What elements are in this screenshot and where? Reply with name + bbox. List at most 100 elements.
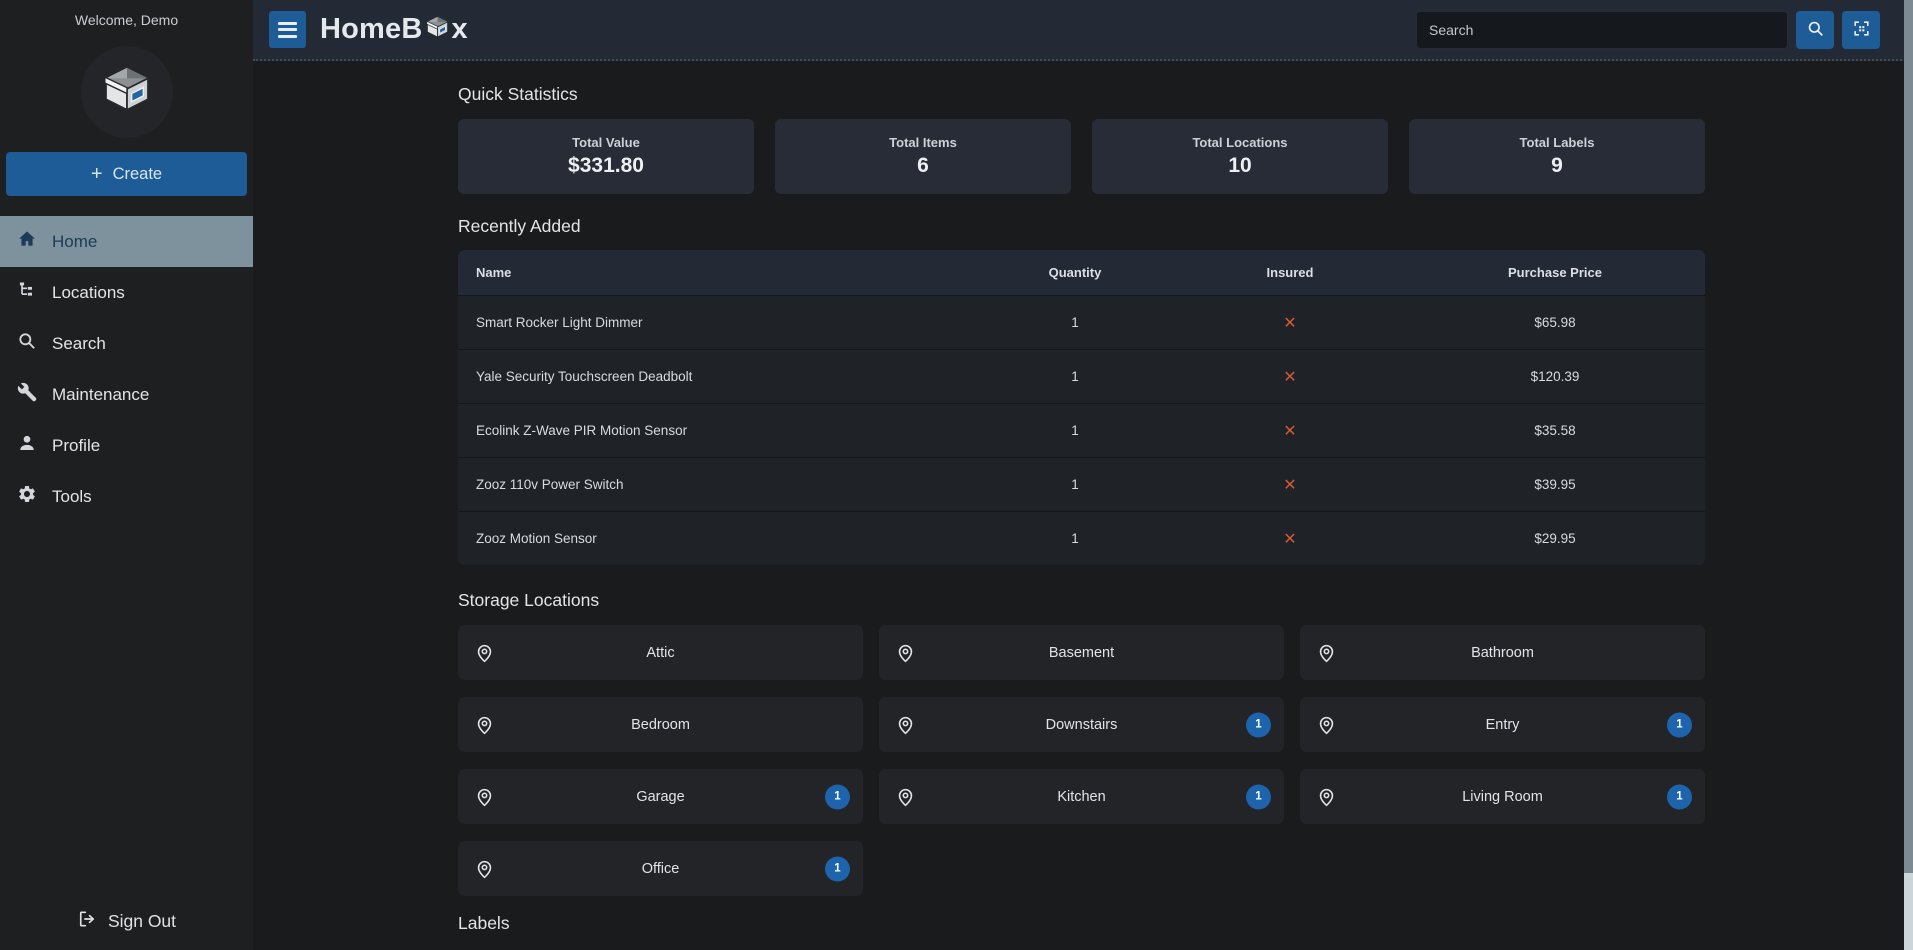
search-icon [1806,19,1825,41]
main-content: Quick Statistics Total Value $331.80 Tot… [253,61,1904,950]
stat-card-total-items: Total Items 6 [775,119,1071,194]
hamburger-icon [278,22,297,25]
item-quantity: 1 [975,315,1175,330]
create-button-label: Create [113,165,163,184]
sidebar-item-label: Profile [52,436,100,456]
create-button[interactable]: + Create [6,152,247,196]
quick-statistics: Total Value $331.80 Total Items 6 Total … [458,119,1705,194]
page-scrollbar[interactable] [1904,0,1913,950]
plus-icon: + [91,164,103,184]
storage-locations-grid: Attic Basement Bathroom Bedroom Downstai [458,625,1705,896]
stat-value: 6 [917,154,929,178]
stat-value: 9 [1551,154,1563,178]
sidebar-item-label: Tools [52,487,92,507]
not-insured-icon: ✕ [1175,313,1405,333]
search-submit-button[interactable] [1796,11,1834,49]
location-card-bedroom[interactable]: Bedroom [458,697,863,752]
logout-icon [77,909,97,934]
storage-locations-title: Storage Locations [458,590,1705,611]
person-icon [17,433,37,458]
location-card-living-room[interactable]: Living Room 1 [1300,769,1705,824]
column-header-quantity: Quantity [975,265,1175,280]
sidebar-item-label: Maintenance [52,385,149,405]
location-name: Living Room [1300,769,1705,824]
qr-scan-button[interactable] [1842,11,1880,49]
menu-button[interactable] [269,11,306,48]
location-name: Garage [458,769,863,824]
sidebar: Welcome, Demo + Create Home [0,0,253,950]
box-logo-icon [99,62,155,123]
top-header: HomeB x [253,0,1913,61]
column-header-purchase-price: Purchase Price [1405,265,1705,280]
item-name: Smart Rocker Light Dimmer [458,315,975,330]
sign-out-button[interactable]: Sign Out [0,900,253,942]
sidebar-item-home[interactable]: Home [0,216,253,267]
table-row[interactable]: Zooz Motion Sensor 1 ✕ $29.95 [458,511,1705,565]
magnifier-icon [17,331,37,356]
table-row[interactable]: Yale Security Touchscreen Deadbolt 1 ✕ $… [458,349,1705,403]
recently-added-title: Recently Added [458,216,1705,237]
brand-logo: HomeB x [320,11,468,49]
stat-card-total-locations: Total Locations 10 [1092,119,1388,194]
app-logo [81,46,173,138]
location-card-kitchen[interactable]: Kitchen 1 [879,769,1284,824]
table-row[interactable]: Zooz 110v Power Switch 1 ✕ $39.95 [458,457,1705,511]
location-count-badge: 1 [1667,712,1692,737]
location-name: Office [458,841,863,896]
item-price: $39.95 [1405,477,1705,492]
stat-value: 10 [1228,154,1251,178]
location-count-badge: 1 [825,856,850,881]
quick-statistics-title: Quick Statistics [458,84,1705,105]
not-insured-icon: ✕ [1175,529,1405,549]
location-card-entry[interactable]: Entry 1 [1300,697,1705,752]
item-price: $65.98 [1405,315,1705,330]
wrench-icon [17,382,37,407]
item-quantity: 1 [975,477,1175,492]
column-header-insured: Insured [1175,265,1405,280]
scrollbar-thumb[interactable] [1904,0,1913,873]
brand-prefix: HomeB [320,13,423,46]
item-price: $29.95 [1405,531,1705,546]
item-name: Yale Security Touchscreen Deadbolt [458,369,975,384]
table-row[interactable]: Smart Rocker Light Dimmer 1 ✕ $65.98 [458,295,1705,349]
welcome-text: Welcome, Demo [0,12,253,28]
not-insured-icon: ✕ [1175,421,1405,441]
location-card-office[interactable]: Office 1 [458,841,863,896]
location-name: Entry [1300,697,1705,752]
sidebar-item-tools[interactable]: Tools [0,471,253,522]
stat-label: Total Value [572,135,640,150]
table-row[interactable]: Ecolink Z-Wave PIR Motion Sensor 1 ✕ $35… [458,403,1705,457]
location-name: Kitchen [879,769,1284,824]
stat-label: Total Items [889,135,957,150]
location-card-garage[interactable]: Garage 1 [458,769,863,824]
item-name: Ecolink Z-Wave PIR Motion Sensor [458,423,975,438]
sidebar-nav: Home Locations Search [0,216,253,522]
stat-value: $331.80 [568,154,644,178]
location-name: Bathroom [1300,625,1705,680]
sidebar-item-locations[interactable]: Locations [0,267,253,318]
item-price: $120.39 [1405,369,1705,384]
location-card-bathroom[interactable]: Bathroom [1300,625,1705,680]
location-name: Downstairs [879,697,1284,752]
search-input[interactable] [1416,11,1788,49]
qr-scan-icon [1852,19,1871,41]
item-quantity: 1 [975,423,1175,438]
stat-card-total-labels: Total Labels 9 [1409,119,1705,194]
sidebar-item-label: Home [52,232,97,252]
column-header-name: Name [458,265,975,280]
sidebar-item-profile[interactable]: Profile [0,420,253,471]
brand-box-icon [423,11,452,49]
location-count-badge: 1 [1246,784,1271,809]
location-card-downstairs[interactable]: Downstairs 1 [879,697,1284,752]
home-icon [17,229,37,254]
location-name: Basement [879,625,1284,680]
sidebar-item-search[interactable]: Search [0,318,253,369]
location-card-basement[interactable]: Basement [879,625,1284,680]
sidebar-item-label: Search [52,334,106,354]
stat-label: Total Locations [1192,135,1287,150]
stat-card-total-value: Total Value $331.80 [458,119,754,194]
location-card-attic[interactable]: Attic [458,625,863,680]
stat-label: Total Labels [1520,135,1595,150]
item-price: $35.58 [1405,423,1705,438]
sidebar-item-maintenance[interactable]: Maintenance [0,369,253,420]
